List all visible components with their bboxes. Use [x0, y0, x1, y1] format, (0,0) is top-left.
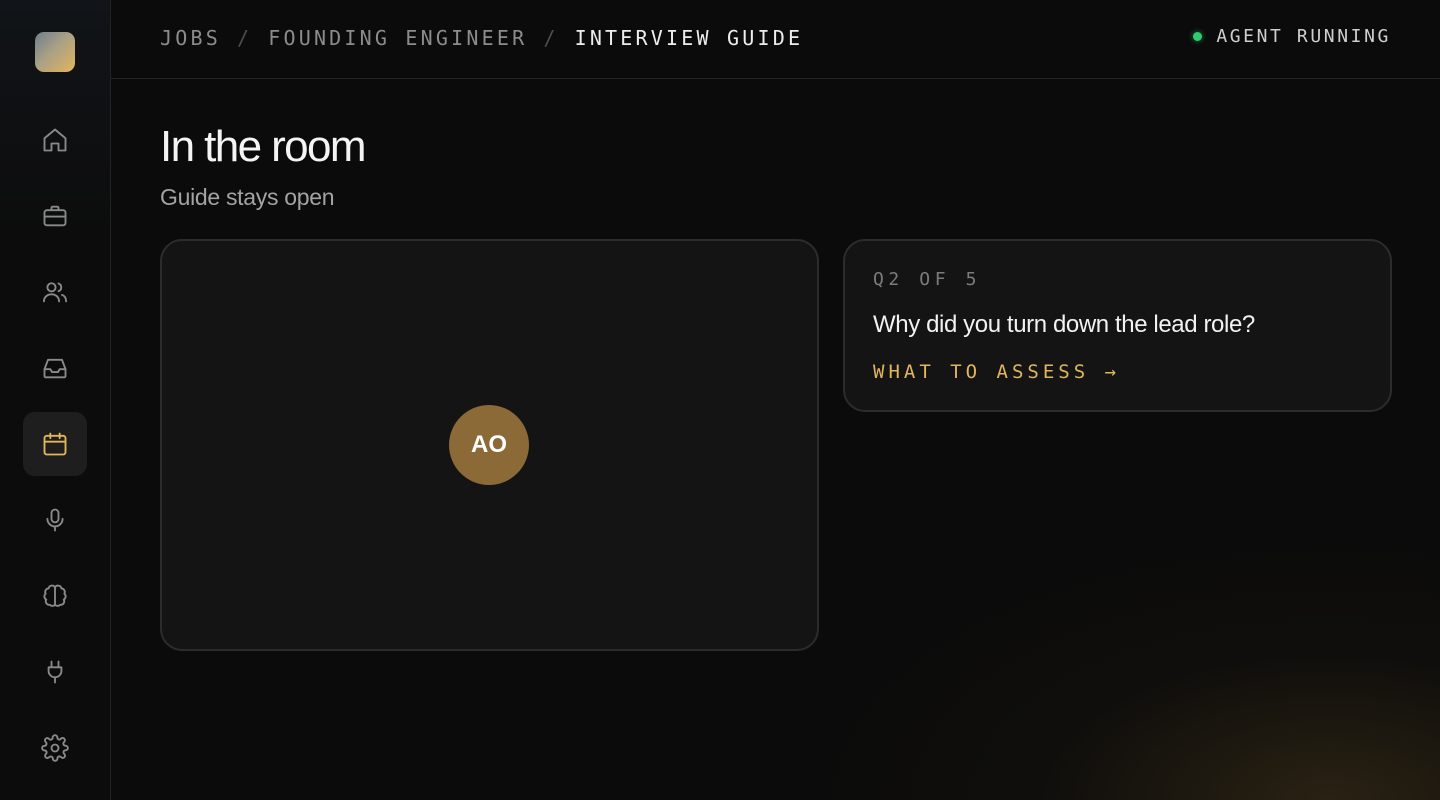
question-text: Why did you turn down the lead role?: [873, 311, 1255, 338]
breadcrumb-separator: /: [543, 26, 559, 50]
top-bar: JOBS / FOUNDING ENGINEER / INTERVIEW GUI…: [111, 0, 1440, 79]
sidebar-item-people[interactable]: [23, 260, 87, 324]
page-title: In the room: [160, 122, 367, 171]
app-logo[interactable]: [35, 32, 75, 72]
plug-icon: [47, 660, 63, 684]
agent-status: AGENT RUNNING: [1193, 26, 1391, 47]
video-panel: AO: [160, 239, 819, 651]
question-counter: Q2 OF 5: [873, 269, 982, 290]
sidebar-item-voice[interactable]: [23, 488, 87, 552]
sidebar-item-intelligence[interactable]: [23, 564, 87, 628]
sidebar-item-home[interactable]: [23, 108, 87, 172]
gear-icon: [41, 734, 69, 762]
avatar: AO: [449, 405, 529, 485]
breadcrumb-founding-engineer[interactable]: FOUNDING ENGINEER: [268, 26, 527, 50]
sidebar-item-jobs[interactable]: [23, 184, 87, 248]
page-subtitle: Guide stays open: [160, 184, 335, 210]
sidebar-item-integrations[interactable]: [23, 640, 87, 704]
breadcrumb-interview-guide: INTERVIEW GUIDE: [574, 26, 804, 50]
briefcase-icon: [43, 205, 67, 227]
breadcrumb-separator: /: [236, 26, 253, 50]
inbox-icon: [43, 358, 67, 379]
home-icon: [43, 128, 67, 152]
breadcrumb-jobs[interactable]: JOBS: [160, 26, 221, 50]
agent-status-label: AGENT RUNNING: [1216, 26, 1391, 47]
app-window: JOBS / FOUNDING ENGINEER / INTERVIEW GUI…: [0, 0, 1440, 800]
microphone-icon: [46, 508, 64, 532]
sidebar: [0, 0, 111, 800]
what-to-assess-link[interactable]: WHAT TO ASSESS →: [873, 361, 1120, 383]
question-card: Q2 OF 5 Why did you turn down the lead r…: [843, 239, 1392, 412]
breadcrumb: JOBS / FOUNDING ENGINEER / INTERVIEW GUI…: [160, 26, 803, 50]
sidebar-item-calendar[interactable]: [23, 412, 87, 476]
sidebar-item-settings[interactable]: [23, 716, 87, 780]
sidebar-item-inbox[interactable]: [23, 336, 87, 400]
brain-icon: [43, 584, 67, 607]
users-icon: [42, 282, 68, 303]
calendar-icon: [43, 432, 67, 456]
status-dot-icon: [1193, 32, 1203, 41]
